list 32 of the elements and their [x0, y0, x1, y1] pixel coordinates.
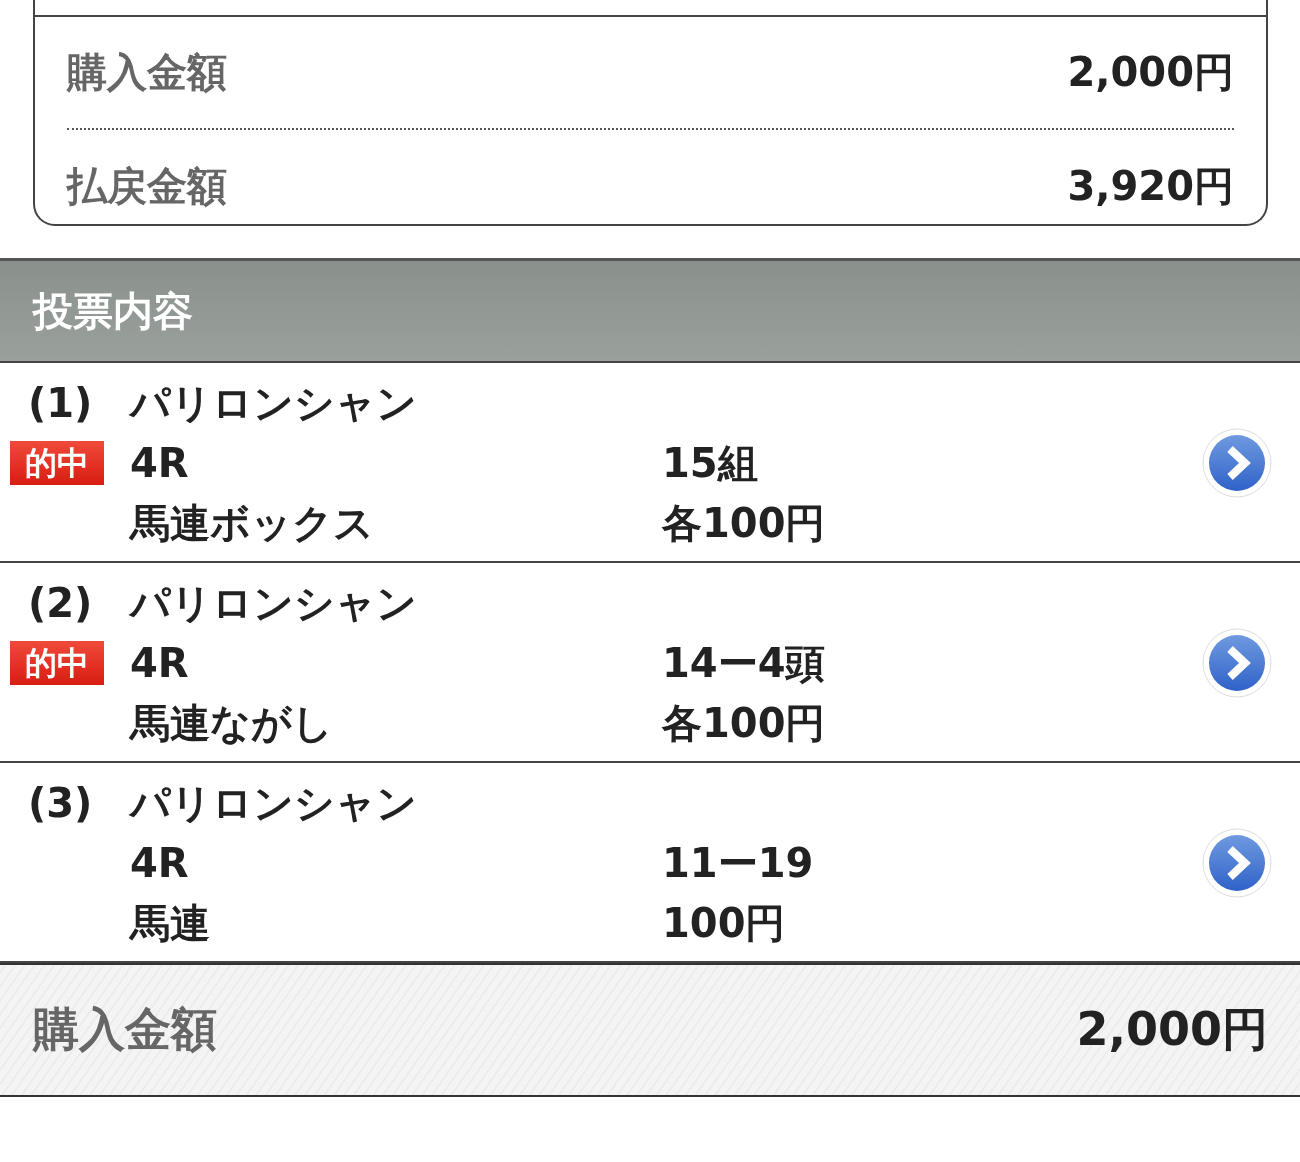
bet-combination: 11ー19 [662, 838, 815, 888]
bet-row[interactable]: (2) パリロンシャン 的中 4R 馬連ながし 14ー4頭 各100円 [0, 563, 1300, 763]
total-value: 2,000円 [1076, 1001, 1268, 1058]
bet-number: (1) [27, 380, 94, 426]
chevron-right-icon[interactable] [1200, 426, 1274, 500]
section-title: 投票内容 [33, 286, 193, 336]
bet-combination: 14ー4頭 [662, 638, 827, 688]
race-name: パリロンシャン [130, 378, 418, 428]
chevron-right-icon[interactable] [1200, 826, 1274, 900]
bet-amount: 100円 [662, 898, 787, 948]
bet-amount: 各100円 [662, 498, 827, 548]
bet-combination: 15組 [662, 438, 759, 488]
race-name: パリロンシャン [130, 778, 418, 828]
bet-amount: 各100円 [662, 698, 827, 748]
chevron-right-icon[interactable] [1200, 626, 1274, 700]
bet-row[interactable]: (1) パリロンシャン 的中 4R 馬連ボックス 15組 各100円 [0, 363, 1300, 563]
bet-type: 馬連ながし [130, 698, 334, 748]
summary-label: 払戻金額 [67, 161, 227, 211]
total-label: 購入金額 [33, 1001, 217, 1058]
bet-type: 馬連 [130, 898, 211, 948]
summary-value: 2,000円 [1067, 47, 1234, 97]
race-number: 4R [130, 440, 190, 486]
summary-value: 3,920円 [1067, 161, 1234, 211]
race-number: 4R [130, 840, 190, 886]
bet-number: (2) [27, 580, 94, 626]
race-number: 4R [130, 640, 190, 686]
bet-number: (3) [27, 780, 94, 826]
hit-badge: 的中 [10, 641, 104, 685]
hit-badge: 的中 [10, 441, 104, 485]
race-name: パリロンシャン [130, 578, 418, 628]
bet-type: 馬連ボックス [130, 498, 375, 548]
summary-label: 購入金額 [67, 47, 227, 97]
